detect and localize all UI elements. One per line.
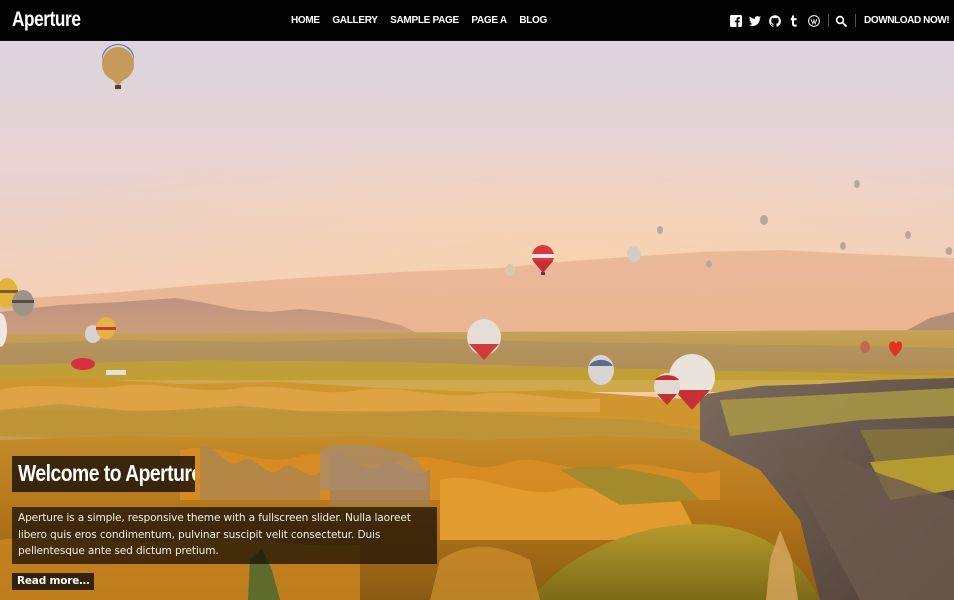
slide-title: Welcome to Aperture! — [12, 456, 195, 492]
header-divider — [855, 14, 856, 27]
nav-item-sample-page[interactable]: SAMPLE PAGE — [390, 15, 459, 26]
slide-description: Aperture is a simple, responsive theme w… — [12, 507, 437, 564]
nav-item-page-a[interactable]: PAGE A — [471, 15, 507, 26]
read-more-button[interactable]: Read more… — [12, 573, 95, 590]
twitter-icon[interactable] — [749, 14, 762, 27]
search-icon[interactable] — [835, 14, 848, 27]
site-logo[interactable]: Aperture — [12, 8, 81, 32]
slide-title-text: Welcome to Aperture! — [18, 460, 195, 486]
main-navigation: HOME GALLERY SAMPLE PAGE PAGE A BLOG — [291, 0, 560, 41]
wordpress-icon[interactable] — [807, 14, 820, 27]
facebook-icon[interactable] — [729, 14, 742, 27]
download-now-button[interactable]: DOWNLOAD NOW! — [864, 0, 950, 41]
github-icon[interactable] — [768, 14, 781, 27]
header-divider — [827, 14, 829, 27]
nav-item-gallery[interactable]: GALLERY — [332, 15, 378, 26]
nav-item-blog[interactable]: BLOG — [519, 15, 547, 26]
tumblr-icon[interactable] — [788, 14, 801, 27]
site-header: Aperture HOME GALLERY SAMPLE PAGE PAGE A… — [0, 0, 954, 41]
social-links — [729, 0, 862, 41]
nav-item-home[interactable]: HOME — [291, 15, 320, 26]
